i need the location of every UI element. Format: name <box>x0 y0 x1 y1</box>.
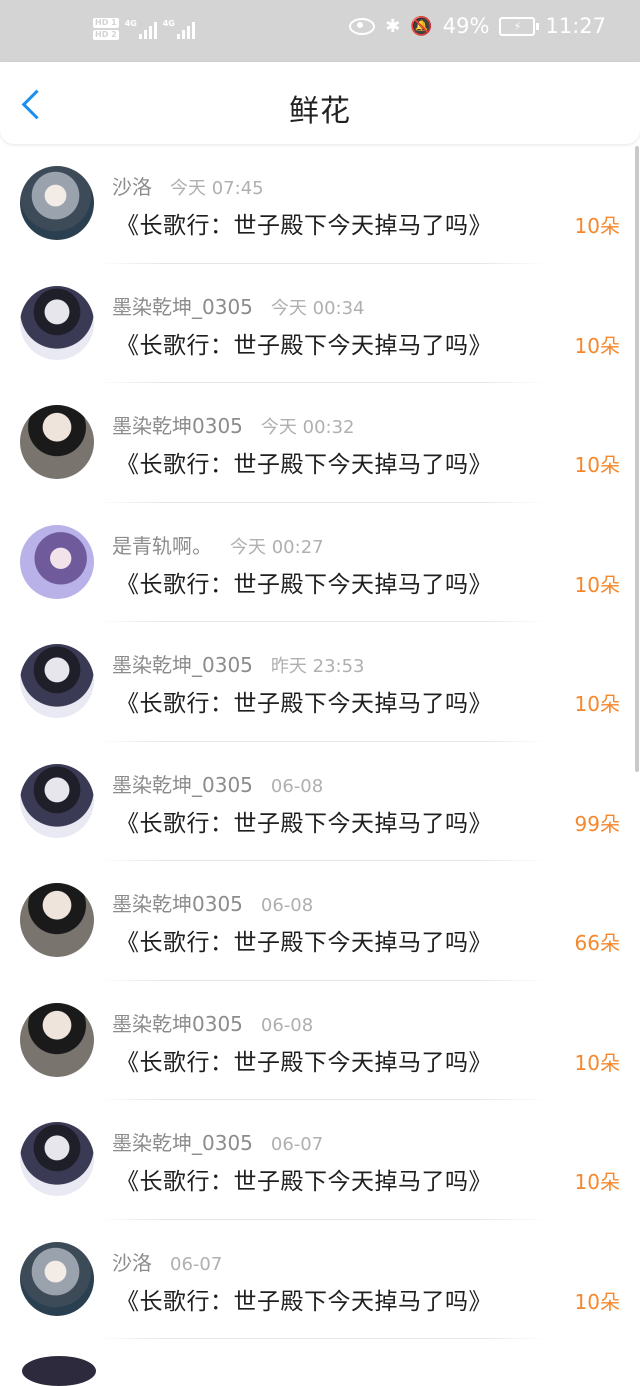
status-icons: ✱ 🔕 49% ⚡ 11:27 <box>349 14 606 38</box>
list-item[interactable]: 墨染乾坤_0305 今天 00:34 《长歌行：世子殿下今天掉马了吗》 10朵 <box>0 264 640 383</box>
user-name[interactable]: 墨染乾坤_0305 <box>112 649 253 678</box>
item-meta: 墨染乾坤0305 06-08 <box>112 888 313 917</box>
timestamp: 今天 00:32 <box>260 417 355 438</box>
item-meta: 墨染乾坤_0305 06-08 <box>112 769 323 798</box>
flower-count: 10朵 <box>574 692 620 716</box>
book-title[interactable]: 《长歌行：世子殿下今天掉马了吗》 <box>116 1162 492 1196</box>
list-item[interactable]: 是青轨啊。 今天 00:27 《长歌行：世子殿下今天掉马了吗》 10朵 <box>0 503 640 622</box>
flower-count: 10朵 <box>574 1289 620 1314</box>
user-name[interactable]: 墨染乾坤_0305 <box>112 291 253 320</box>
user-name[interactable]: 墨染乾坤_0305 <box>112 1127 253 1156</box>
timestamp: 今天 00:27 <box>230 536 324 558</box>
hd1-badge: HD 1 <box>93 18 119 28</box>
item-meta: 墨染乾坤0305 06-08 <box>112 1008 313 1037</box>
item-meta: 沙洛 今天 07:45 <box>112 171 264 200</box>
eye-comfort-icon <box>349 17 376 35</box>
list-item[interactable]: 沙洛 今天 07:45 《长歌行：世子殿下今天掉马了吗》 10朵 <box>0 144 640 264</box>
item-meta: 沙洛 06-07 <box>112 1247 222 1276</box>
book-title[interactable]: 《长歌行：世子殿下今天掉马了吗》 <box>116 804 492 838</box>
flower-count: 10朵 <box>574 1170 620 1194</box>
book-title[interactable]: 《长歌行：世子殿下今天掉马了吗》 <box>116 1043 492 1077</box>
masked-avatar[interactable] <box>20 405 94 479</box>
anime-avatar[interactable] <box>20 1241 94 1316</box>
network-indicators: HD 1 HD 2 4G 4G <box>93 18 195 40</box>
user-name[interactable]: 墨染乾坤0305 <box>112 1008 243 1037</box>
item-meta: 墨染乾坤_0305 今天 00:34 <box>112 291 365 320</box>
man-avatar[interactable] <box>20 763 94 838</box>
timestamp: 今天 07:45 <box>170 178 264 199</box>
book-title[interactable]: 《长歌行：世子殿下今天掉马了吗》 <box>116 923 492 957</box>
user-name[interactable]: 是青轨啊。 <box>112 530 212 559</box>
list-item[interactable]: 沙洛 06-07 《长歌行：世子殿下今天掉马了吗》 10朵 <box>0 1220 640 1339</box>
flower-count: 10朵 <box>574 1050 620 1075</box>
scrollbar[interactable] <box>635 146 639 772</box>
list-item[interactable]: 墨染乾坤_0305 06-07 《长歌行：世子殿下今天掉马了吗》 10朵 <box>0 1100 640 1220</box>
divider <box>96 1338 548 1339</box>
battery-percent: 49% <box>442 14 490 38</box>
item-meta: 墨染乾坤_0305 06-07 <box>112 1127 323 1156</box>
man-avatar[interactable] <box>20 1122 94 1196</box>
masked-avatar[interactable] <box>20 1002 94 1077</box>
flower-count: 66朵 <box>574 931 620 955</box>
list-item[interactable]: 墨染乾坤_0305 06-08 《长歌行：世子殿下今天掉马了吗》 99朵 <box>0 742 640 861</box>
user-name[interactable]: 墨染乾坤0305 <box>112 888 243 917</box>
item-meta: 墨染乾坤_0305 昨天 23:53 <box>112 649 365 678</box>
book-title[interactable]: 《长歌行：世子殿下今天掉马了吗》 <box>116 565 492 599</box>
timestamp: 06-08 <box>260 895 314 916</box>
book-title[interactable]: 《长歌行：世子殿下今天掉马了吗》 <box>116 206 492 240</box>
flower-list: 沙洛 今天 07:45 《长歌行：世子殿下今天掉马了吗》 10朵 墨染乾坤_0305 今天… <box>0 144 640 1339</box>
page-title: 鲜花 <box>289 94 351 129</box>
status-bar: HD 1 HD 2 4G 4G ✱ 🔕 49% ⚡ 11:27 <box>0 0 640 62</box>
flower-count: 10朵 <box>574 453 620 477</box>
flower-count: 99朵 <box>574 811 620 836</box>
timestamp: 昨天 23:53 <box>270 656 365 677</box>
avatar[interactable] <box>22 1356 96 1386</box>
flower-count: 10朵 <box>574 572 620 597</box>
battery-charging-icon: ⚡ <box>499 16 540 36</box>
list-item[interactable]: 墨染乾坤0305 06-08 《长歌行：世子殿下今天掉马了吗》 66朵 <box>0 861 640 981</box>
book-title[interactable]: 《长歌行：世子殿下今天掉马了吗》 <box>116 684 492 718</box>
user-name[interactable]: 墨染乾坤_0305 <box>112 769 253 798</box>
flower-count: 10朵 <box>574 333 620 358</box>
book-title[interactable]: 《长歌行：世子殿下今天掉马了吗》 <box>116 326 492 360</box>
girl-avatar[interactable] <box>20 524 94 599</box>
timestamp: 06-08 <box>260 1014 314 1036</box>
signal-icon: 4G <box>125 19 157 39</box>
book-title[interactable]: 《长歌行：世子殿下今天掉马了吗》 <box>116 445 492 479</box>
flower-count: 10朵 <box>574 214 620 238</box>
hd2-badge: HD 2 <box>93 30 119 40</box>
masked-avatar[interactable] <box>20 883 94 957</box>
list-item[interactable]: 墨染乾坤_0305 昨天 23:53 《长歌行：世子殿下今天掉马了吗》 10朵 <box>0 622 640 742</box>
user-name[interactable]: 沙洛 <box>112 1247 152 1276</box>
timestamp: 06-07 <box>270 1134 324 1155</box>
mute-bell-icon: 🔕 <box>410 15 433 37</box>
user-name[interactable]: 墨染乾坤0305 <box>112 410 243 439</box>
man-avatar[interactable] <box>20 285 94 360</box>
list-item[interactable]: 墨染乾坤0305 06-08 《长歌行：世子殿下今天掉马了吗》 10朵 <box>0 981 640 1100</box>
signal-icon: 4G <box>163 19 195 39</box>
timestamp: 今天 00:34 <box>270 297 365 319</box>
anime-avatar[interactable] <box>20 166 94 240</box>
bluetooth-icon: ✱ <box>385 15 401 37</box>
clock: 11:27 <box>545 14 606 38</box>
timestamp: 06-07 <box>170 1253 223 1275</box>
item-meta: 墨染乾坤0305 今天 00:32 <box>112 410 355 439</box>
man-avatar[interactable] <box>20 644 94 718</box>
header: 鲜花 <box>0 62 640 144</box>
list-item[interactable]: 墨染乾坤0305 今天 00:32 《长歌行：世子殿下今天掉马了吗》 10朵 <box>0 383 640 503</box>
timestamp: 06-08 <box>270 775 324 797</box>
item-meta: 是青轨啊。 今天 00:27 <box>112 530 324 559</box>
book-title[interactable]: 《长歌行：世子殿下今天掉马了吗》 <box>116 1282 492 1316</box>
user-name[interactable]: 沙洛 <box>112 171 152 200</box>
